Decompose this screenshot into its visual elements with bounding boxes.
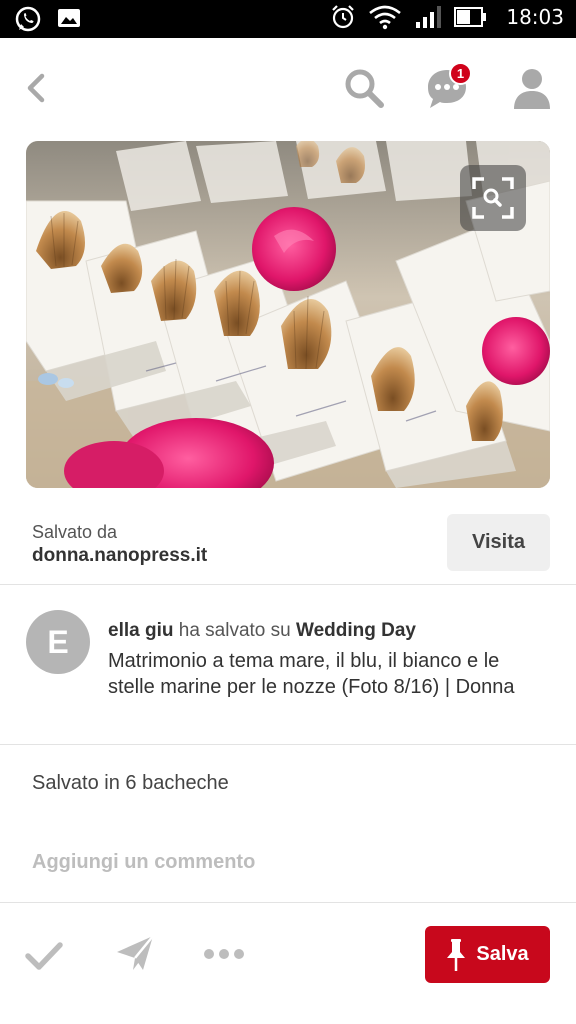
divider (0, 584, 576, 585)
more-icon[interactable] (202, 940, 246, 968)
source-domain[interactable]: donna.nanopress.it (32, 545, 207, 567)
visual-search-button[interactable] (460, 165, 526, 231)
avatar[interactable]: E (26, 610, 90, 674)
save-button[interactable]: Salva (425, 926, 550, 983)
pinner-name[interactable]: ella giu (108, 620, 173, 641)
visit-button[interactable]: Visita (447, 514, 550, 571)
pin-description: Matrimonio a tema mare, il blu, il bianc… (108, 650, 515, 698)
saved-count[interactable]: Salvato in 6 bacheche (32, 772, 229, 795)
status-bar: 18:03 (0, 0, 576, 38)
pinner-action: ha salvato su (178, 620, 291, 641)
gallery-icon (58, 9, 80, 27)
board-name[interactable]: Wedding Day (296, 620, 416, 641)
signal-icon (416, 6, 442, 28)
notification-badge: 1 (449, 62, 472, 85)
add-comment-input[interactable]: Aggiungi un commento (32, 851, 255, 874)
alarm-icon (332, 5, 355, 29)
profile-icon[interactable] (510, 66, 554, 110)
pin-image[interactable] (26, 141, 550, 488)
check-icon[interactable] (24, 935, 64, 975)
visual-search-icon (472, 177, 514, 219)
pin-icon (447, 938, 466, 971)
send-icon[interactable] (115, 932, 155, 974)
pinner-attribution: ella giu ha salvato su Wedding Day (108, 620, 416, 642)
source-section: Salvato da donna.nanopress.it Visita (0, 512, 576, 584)
whatsapp-icon (15, 6, 41, 32)
top-navigation: 1 (0, 38, 576, 140)
saved-from-label: Salvato da (32, 522, 118, 542)
battery-icon (454, 7, 487, 27)
save-label: Salva (476, 943, 529, 965)
divider (0, 902, 576, 903)
divider (0, 744, 576, 745)
back-arrow-icon[interactable] (18, 68, 54, 108)
search-icon[interactable] (342, 66, 386, 110)
wifi-icon (369, 5, 402, 30)
status-time: 18:03 (506, 5, 564, 29)
